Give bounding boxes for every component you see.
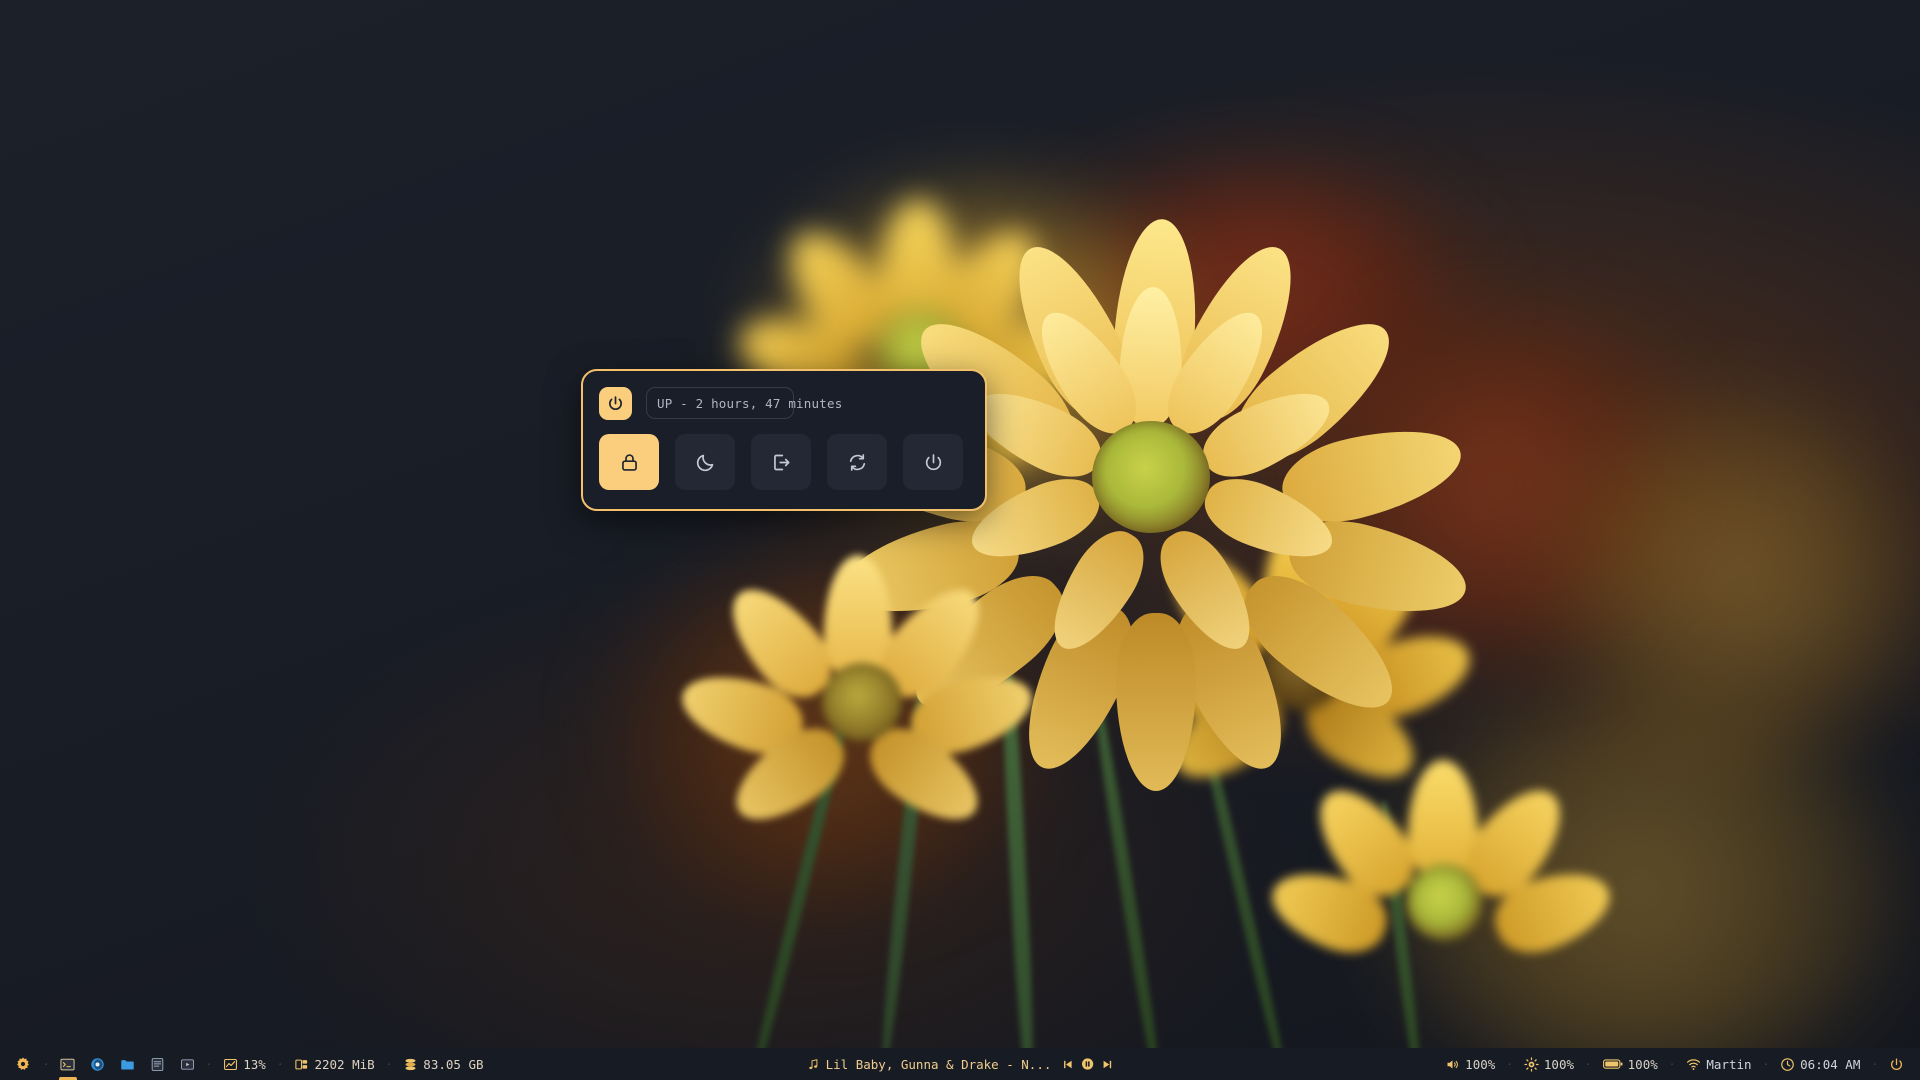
- cpu-value: 13%: [243, 1056, 266, 1072]
- pause-icon[interactable]: [1080, 1057, 1094, 1071]
- memory-stat[interactable]: 2202 MiB: [286, 1048, 382, 1080]
- uptime-label: UP - 2 hours, 47 minutes: [646, 387, 842, 419]
- desktop[interactable]: UP - 2 hours, 47 minutes: [0, 0, 1920, 1080]
- flower-background: [672, 555, 1042, 855]
- folder-icon: [121, 1059, 134, 1069]
- taskbar[interactable]: · · 13% · 2202 MiB · 83.05 GB Lil Baby, …: [0, 1048, 1920, 1080]
- document-icon: [151, 1057, 164, 1071]
- moon-icon: [696, 454, 713, 471]
- cpu-stat[interactable]: 13%: [215, 1048, 274, 1080]
- media-player-widget[interactable]: Lil Baby, Gunna & Drake - N...: [807, 1057, 1114, 1072]
- network-ssid: Martin: [1706, 1056, 1752, 1072]
- media-icon: [181, 1058, 195, 1070]
- memory-value: 2202 MiB: [314, 1056, 375, 1072]
- clock-icon: [1781, 1057, 1794, 1071]
- taskbar-right-section: 100% · 100% · 100% · Martin · 06:04 AM ·: [1437, 1048, 1920, 1080]
- launcher-file-manager[interactable]: [116, 1048, 140, 1080]
- disk-value: 83.05 GB: [423, 1056, 484, 1072]
- clock-widget[interactable]: 06:04 AM: [1772, 1048, 1868, 1080]
- lock-button[interactable]: [599, 434, 659, 490]
- lock-icon: [621, 453, 637, 471]
- taskbar-left-section: · · 13% · 2202 MiB · 83.05 GB: [0, 1048, 492, 1080]
- brightness-indicator[interactable]: 100%: [1516, 1048, 1582, 1080]
- power-menu-dialog[interactable]: UP - 2 hours, 47 minutes: [581, 369, 987, 511]
- power-menu-header: UP - 2 hours, 47 minutes: [599, 385, 969, 421]
- memory-icon: [295, 1059, 308, 1069]
- power-icon: [1891, 1058, 1902, 1070]
- network-indicator[interactable]: Martin: [1678, 1048, 1759, 1080]
- clock-time: 06:04 AM: [1800, 1056, 1861, 1072]
- logout-button[interactable]: [751, 434, 811, 490]
- separator-dot: ·: [1585, 1057, 1592, 1071]
- gear-icon: [17, 1057, 29, 1070]
- volume-indicator[interactable]: 100%: [1437, 1048, 1503, 1080]
- app-menu-button[interactable]: [6, 1048, 40, 1080]
- shutdown-button[interactable]: [903, 434, 963, 490]
- separator-dot: ·: [276, 1057, 284, 1071]
- chart-icon: [224, 1058, 238, 1070]
- skip-forward-icon[interactable]: [1100, 1058, 1113, 1071]
- launcher-media-player[interactable]: [176, 1048, 200, 1080]
- speaker-icon: [1447, 1059, 1459, 1069]
- battery-value: 100%: [1627, 1056, 1658, 1072]
- volume-value: 100%: [1465, 1056, 1496, 1072]
- battery-icon: [1602, 1059, 1623, 1069]
- launcher-web-browser[interactable]: [86, 1048, 110, 1080]
- browser-icon: [91, 1057, 104, 1071]
- music-note-icon: [809, 1058, 818, 1069]
- disk-stat[interactable]: 83.05 GB: [395, 1048, 491, 1080]
- power-action-row: [599, 434, 969, 490]
- logout-icon: [773, 454, 790, 470]
- separator-dot: ·: [1871, 1057, 1878, 1071]
- reload-icon: [849, 453, 865, 471]
- suspend-button[interactable]: [675, 434, 735, 490]
- separator-dot: ·: [1668, 1057, 1676, 1071]
- terminal-icon: [60, 1058, 75, 1070]
- flower-background: [1261, 760, 1621, 1050]
- power-icon: [925, 453, 941, 470]
- launcher-terminal[interactable]: [56, 1048, 80, 1080]
- brightness-icon: [1524, 1056, 1539, 1072]
- separator-dot: ·: [205, 1057, 213, 1071]
- media-title: Lil Baby, Gunna & Drake - N...: [825, 1056, 1052, 1072]
- wifi-icon: [1687, 1058, 1701, 1070]
- separator-dot: ·: [43, 1057, 50, 1071]
- separator-dot: ·: [385, 1057, 393, 1071]
- separator-dot: ·: [1506, 1057, 1513, 1071]
- reboot-button[interactable]: [827, 434, 887, 490]
- launcher-text-editor[interactable]: [146, 1048, 170, 1080]
- power-icon[interactable]: [599, 386, 632, 420]
- power-menu-button[interactable]: [1881, 1048, 1912, 1080]
- separator-dot: ·: [1762, 1057, 1770, 1071]
- disk-icon: [405, 1058, 416, 1070]
- battery-indicator[interactable]: 100%: [1595, 1048, 1666, 1080]
- brightness-value: 100%: [1543, 1056, 1575, 1072]
- skip-back-icon[interactable]: [1061, 1058, 1074, 1071]
